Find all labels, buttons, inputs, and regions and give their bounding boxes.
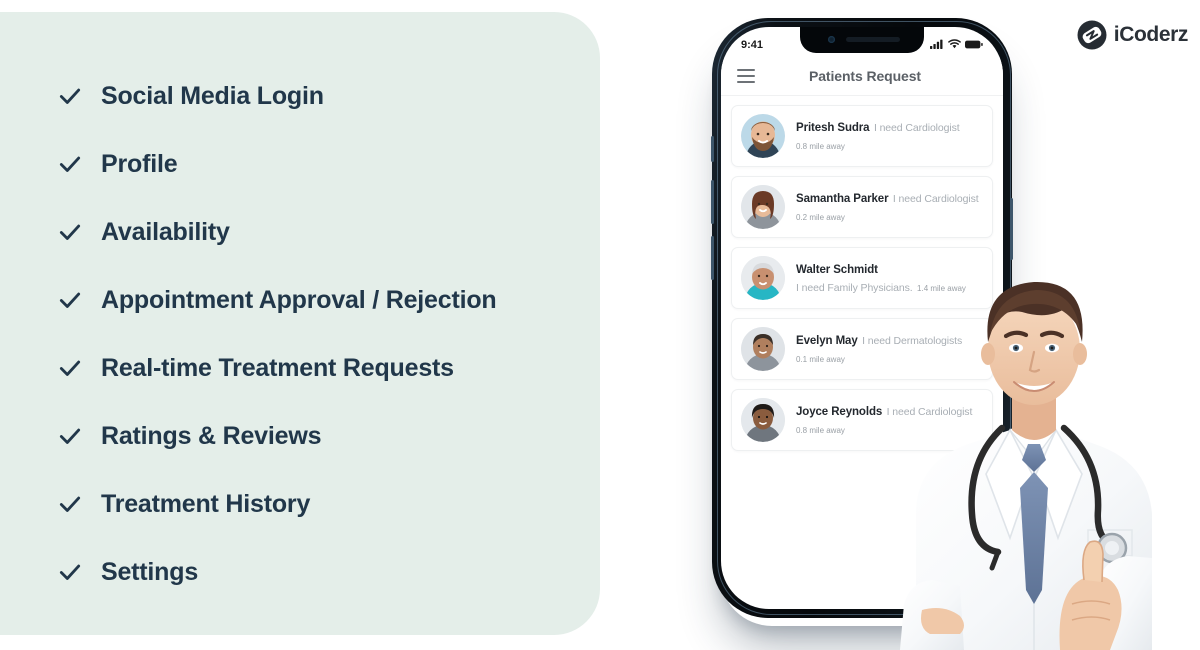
patient-name: Pritesh Sudra xyxy=(796,122,870,134)
feature-label: Appointment Approval / Rejection xyxy=(101,285,497,314)
patient-info: Samantha Parker I need Cardiologist 0.2 … xyxy=(796,189,983,225)
feature-label: Profile xyxy=(101,149,178,178)
check-icon xyxy=(55,217,85,247)
hamburger-menu-icon[interactable] xyxy=(737,69,755,83)
feature-label: Treatment History xyxy=(101,489,311,518)
check-icon xyxy=(55,81,85,111)
avatar xyxy=(741,398,785,442)
feature-item: Treatment History xyxy=(55,470,615,538)
feature-list: Social Media Login Profile Availability … xyxy=(55,62,615,606)
feature-item: Availability xyxy=(55,198,615,266)
avatar xyxy=(741,256,785,300)
feature-label: Social Media Login xyxy=(101,81,324,110)
patient-name: Walter Schmidt xyxy=(796,264,878,276)
phone-frame: 9:41 Patients Request Pritesh Sudra I ne… xyxy=(711,18,1013,618)
check-icon xyxy=(55,353,85,383)
list-item[interactable]: Samantha Parker I need Cardiologist 0.2 … xyxy=(731,176,993,238)
patient-name: Evelyn May xyxy=(796,335,858,347)
list-item[interactable]: Pritesh Sudra I need Cardiologist 0.8 mi… xyxy=(731,105,993,167)
patient-need: I need Cardiologist xyxy=(892,193,979,205)
phone-mockup: 9:41 Patients Request Pritesh Sudra I ne… xyxy=(710,18,1013,620)
patient-info: Evelyn May I need Dermatologists 0.1 mil… xyxy=(796,331,983,367)
wifi-icon xyxy=(948,36,961,54)
avatar xyxy=(741,114,785,158)
patient-need: I need Family Physicians. xyxy=(796,282,913,294)
feature-label: Ratings & Reviews xyxy=(101,421,322,450)
cellular-signal-icon xyxy=(930,36,944,54)
feature-item: Appointment Approval / Rejection xyxy=(55,266,615,334)
avatar xyxy=(741,185,785,229)
patient-distance: 0.1 mile away xyxy=(796,355,845,364)
icoderz-logo-icon xyxy=(1077,20,1107,50)
feature-item: Ratings & Reviews xyxy=(55,402,615,470)
patient-name: Joyce Reynolds xyxy=(796,406,883,418)
check-icon xyxy=(55,557,85,587)
app-header: Patients Request xyxy=(721,57,1003,96)
list-item[interactable]: Walter Schmidt I need Family Physicians.… xyxy=(731,247,993,309)
patient-info: Pritesh Sudra I need Cardiologist 0.8 mi… xyxy=(796,118,983,154)
patient-name: Samantha Parker xyxy=(796,193,889,205)
power-button[interactable] xyxy=(1010,198,1013,260)
patient-info: Walter Schmidt I need Family Physicians.… xyxy=(796,260,983,296)
patient-need: I need Cardiologist xyxy=(886,406,973,418)
patient-distance: 0.8 mile away xyxy=(796,426,845,435)
feature-item: Profile xyxy=(55,130,615,198)
list-item[interactable]: Evelyn May I need Dermatologists 0.1 mil… xyxy=(731,318,993,380)
list-item[interactable]: Joyce Reynolds I need Cardiologist 0.8 m… xyxy=(731,389,993,451)
phone-screen: 9:41 Patients Request Pritesh Sudra I ne… xyxy=(721,27,1003,609)
avatar xyxy=(741,327,785,371)
feature-item: Settings xyxy=(55,538,615,606)
patient-need: I need Dermatologists xyxy=(862,335,963,347)
check-icon xyxy=(55,285,85,315)
feature-label: Settings xyxy=(101,557,199,586)
patient-need: I need Cardiologist xyxy=(873,122,960,134)
earpiece-speaker-icon xyxy=(846,37,900,42)
front-camera-icon xyxy=(828,36,835,43)
patient-distance: 0.8 mile away xyxy=(796,142,845,151)
battery-icon xyxy=(965,36,983,54)
feature-item: Real-time Treatment Requests xyxy=(55,334,615,402)
phone-notch xyxy=(800,27,924,53)
volume-down-button[interactable] xyxy=(711,236,714,280)
feature-label: Real-time Treatment Requests xyxy=(101,353,454,382)
silent-switch-button[interactable] xyxy=(711,136,714,162)
feature-label: Availability xyxy=(101,217,230,246)
status-icons xyxy=(930,36,983,54)
patient-info: Joyce Reynolds I need Cardiologist 0.8 m… xyxy=(796,402,983,438)
volume-up-button[interactable] xyxy=(711,180,714,224)
patient-request-list[interactable]: Pritesh Sudra I need Cardiologist 0.8 mi… xyxy=(721,99,1003,460)
page-title: Patients Request xyxy=(809,68,921,84)
brand-logo[interactable]: iCoderz xyxy=(1077,20,1188,50)
check-icon xyxy=(55,421,85,451)
check-icon xyxy=(55,489,85,519)
check-icon xyxy=(55,149,85,179)
patient-distance: 0.2 mile away xyxy=(796,213,845,222)
feature-item: Social Media Login xyxy=(55,62,615,130)
patient-distance: 1.4 mile away xyxy=(917,284,966,293)
brand-name: iCoderz xyxy=(1113,23,1189,46)
status-time: 9:41 xyxy=(741,39,764,51)
